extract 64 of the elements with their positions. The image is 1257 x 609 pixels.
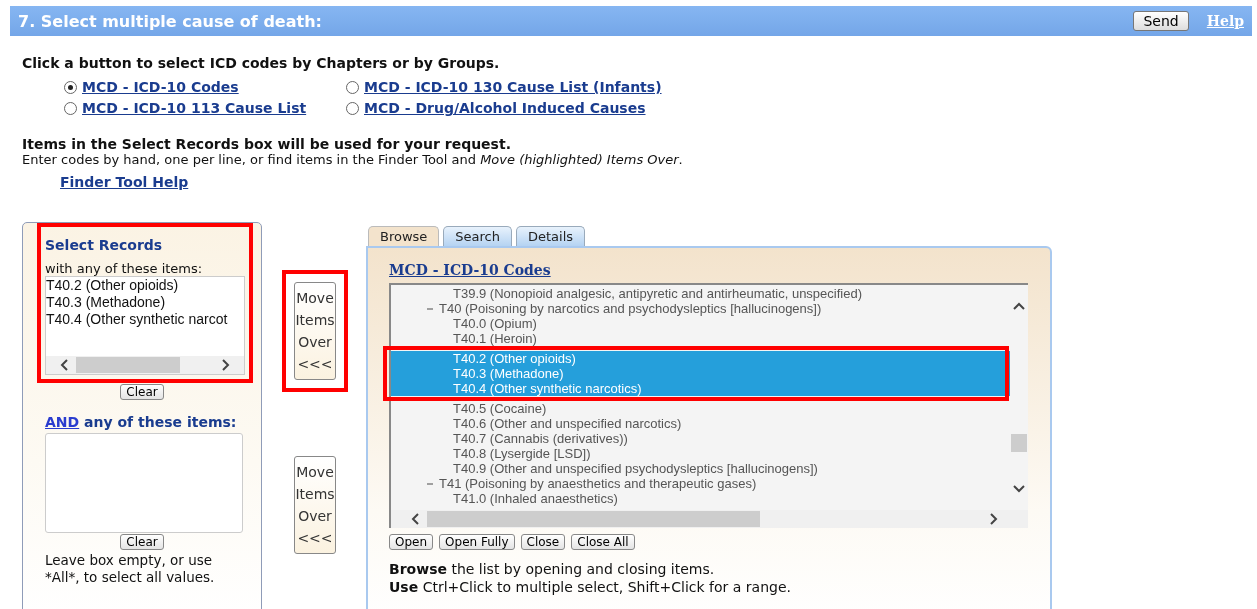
list-title-link[interactable]: MCD - ICD-10 Codes <box>389 262 551 278</box>
and-link[interactable]: AND <box>45 414 80 430</box>
tab[interactable]: Search <box>443 226 512 246</box>
scroll-thumb[interactable] <box>427 511 760 527</box>
tree-action-button[interactable]: Open Fully <box>439 534 515 550</box>
note-text: Leave box empty, or use *All*, to select all values. <box>45 552 216 586</box>
tree-item[interactable]: T40.0 (Opium) <box>391 316 1010 331</box>
horizontal-scrollbar[interactable] <box>391 510 1028 528</box>
tree-action-button[interactable]: Open <box>389 534 434 550</box>
scroll-thumb[interactable] <box>1011 434 1027 452</box>
scroll-right-icon[interactable] <box>220 359 230 371</box>
tree-action-button[interactable]: Close <box>520 534 566 550</box>
tab[interactable]: Browse <box>368 226 440 246</box>
record-item[interactable]: T40.4 (Other synthetic narcot <box>46 311 244 328</box>
help-text: Browse the list by opening and closing items. <box>389 560 716 578</box>
radio-button[interactable] <box>346 80 359 94</box>
scroll-down-icon[interactable] <box>1012 484 1026 494</box>
notice-text: Enter codes by hand, one per line, or find items in the Finder Tool and Move (highlighted) Items Over. <box>22 152 684 167</box>
radio-option[interactable]: MCD - ICD-10 113 Cause List <box>64 100 346 116</box>
scroll-right-icon[interactable] <box>988 513 998 525</box>
tree-item[interactable]: T40.1 (Heroin) <box>391 331 1010 346</box>
clear-button[interactable]: Clear <box>120 534 164 550</box>
tree-item[interactable]: T40.7 (Cannabis (derivatives)) <box>391 431 1010 446</box>
tree-item[interactable]: T41 (Poisoning by anaesthetics and therapeutic gases) <box>391 476 1010 491</box>
scroll-thumb[interactable] <box>76 357 180 373</box>
radio-option[interactable]: MCD - Drug/Alcohol Induced Causes <box>346 100 714 116</box>
scroll-left-icon[interactable] <box>411 513 421 525</box>
help-text: Use Ctrl+Click to multiple select, Shift+Click for a range. <box>389 578 792 596</box>
section-title: 7. Select multiple cause of death: <box>18 11 323 31</box>
scroll-left-icon[interactable] <box>60 359 70 371</box>
radio-button[interactable] <box>64 101 77 115</box>
tree-item[interactable]: T40 (Poisoning by narcotics and psychodysleptics [hallucinogens]) <box>391 301 1010 316</box>
move-items-button[interactable]: Move Items Over <<< <box>294 282 336 380</box>
option-link[interactable]: MCD - Drug/Alcohol Induced Causes <box>364 100 646 116</box>
tree-item[interactable]: T40.5 (Cocaine) <box>391 401 1010 416</box>
tree-action-button[interactable]: Close All <box>571 534 635 550</box>
option-link[interactable]: MCD - ICD-10 113 Cause List <box>82 100 307 116</box>
option-link[interactable]: MCD - ICD-10 Codes <box>82 79 239 95</box>
panel-subtitle: with any of these items: <box>45 261 204 276</box>
finder-help-link[interactable]: Finder Tool Help <box>60 174 189 190</box>
record-item[interactable]: T40.3 (Methadone) <box>46 294 244 311</box>
scroll-up-icon[interactable] <box>1012 301 1026 311</box>
tree-item[interactable]: T41.0 (Inhaled anaesthetics) <box>391 491 1010 506</box>
notice-heading: Items in the Select Records box will be used for your request. <box>22 136 512 152</box>
tree-item[interactable]: T40.9 (Other and unspecified psychodysleptics [hallucinogens]) <box>391 461 1010 476</box>
tree-item[interactable]: T39.9 (Nonopioid analgesic, antipyretic and antirheumatic, unspecified) <box>391 286 1010 301</box>
option-link[interactable]: MCD - ICD-10 130 Cause List (Infants) <box>364 79 662 95</box>
tab[interactable]: Details <box>516 226 586 246</box>
and-items-field[interactable] <box>45 433 243 533</box>
record-item[interactable]: T40.2 (Other opioids) <box>46 277 244 294</box>
radio-button[interactable] <box>346 101 359 115</box>
and-label: any of these items: <box>84 414 237 430</box>
tree-item[interactable]: T40.8 (Lysergide [LSD]) <box>391 446 1010 461</box>
send-button[interactable]: Send <box>1133 11 1189 31</box>
radio-button[interactable] <box>64 80 77 94</box>
panel-title: Select Records <box>45 237 164 253</box>
instructions-text: Click a button to select ICD codes by Chapters or by Groups. <box>22 55 501 71</box>
tree-item[interactable]: T40.6 (Other and unspecified narcotics) <box>391 416 1010 431</box>
radio-option[interactable]: MCD - ICD-10 130 Cause List (Infants) <box>346 79 714 95</box>
move-items-button[interactable]: Move Items Over <<< <box>294 456 336 554</box>
clear-button[interactable]: Clear <box>120 384 164 400</box>
records-list[interactable]: T40.2 (Other opioids) T40.3 (Methadone) T40.4 (Other synthetic narcot <box>45 276 245 375</box>
horizontal-scrollbar[interactable] <box>46 356 244 374</box>
radio-option[interactable]: MCD - ICD-10 Codes <box>64 79 346 95</box>
